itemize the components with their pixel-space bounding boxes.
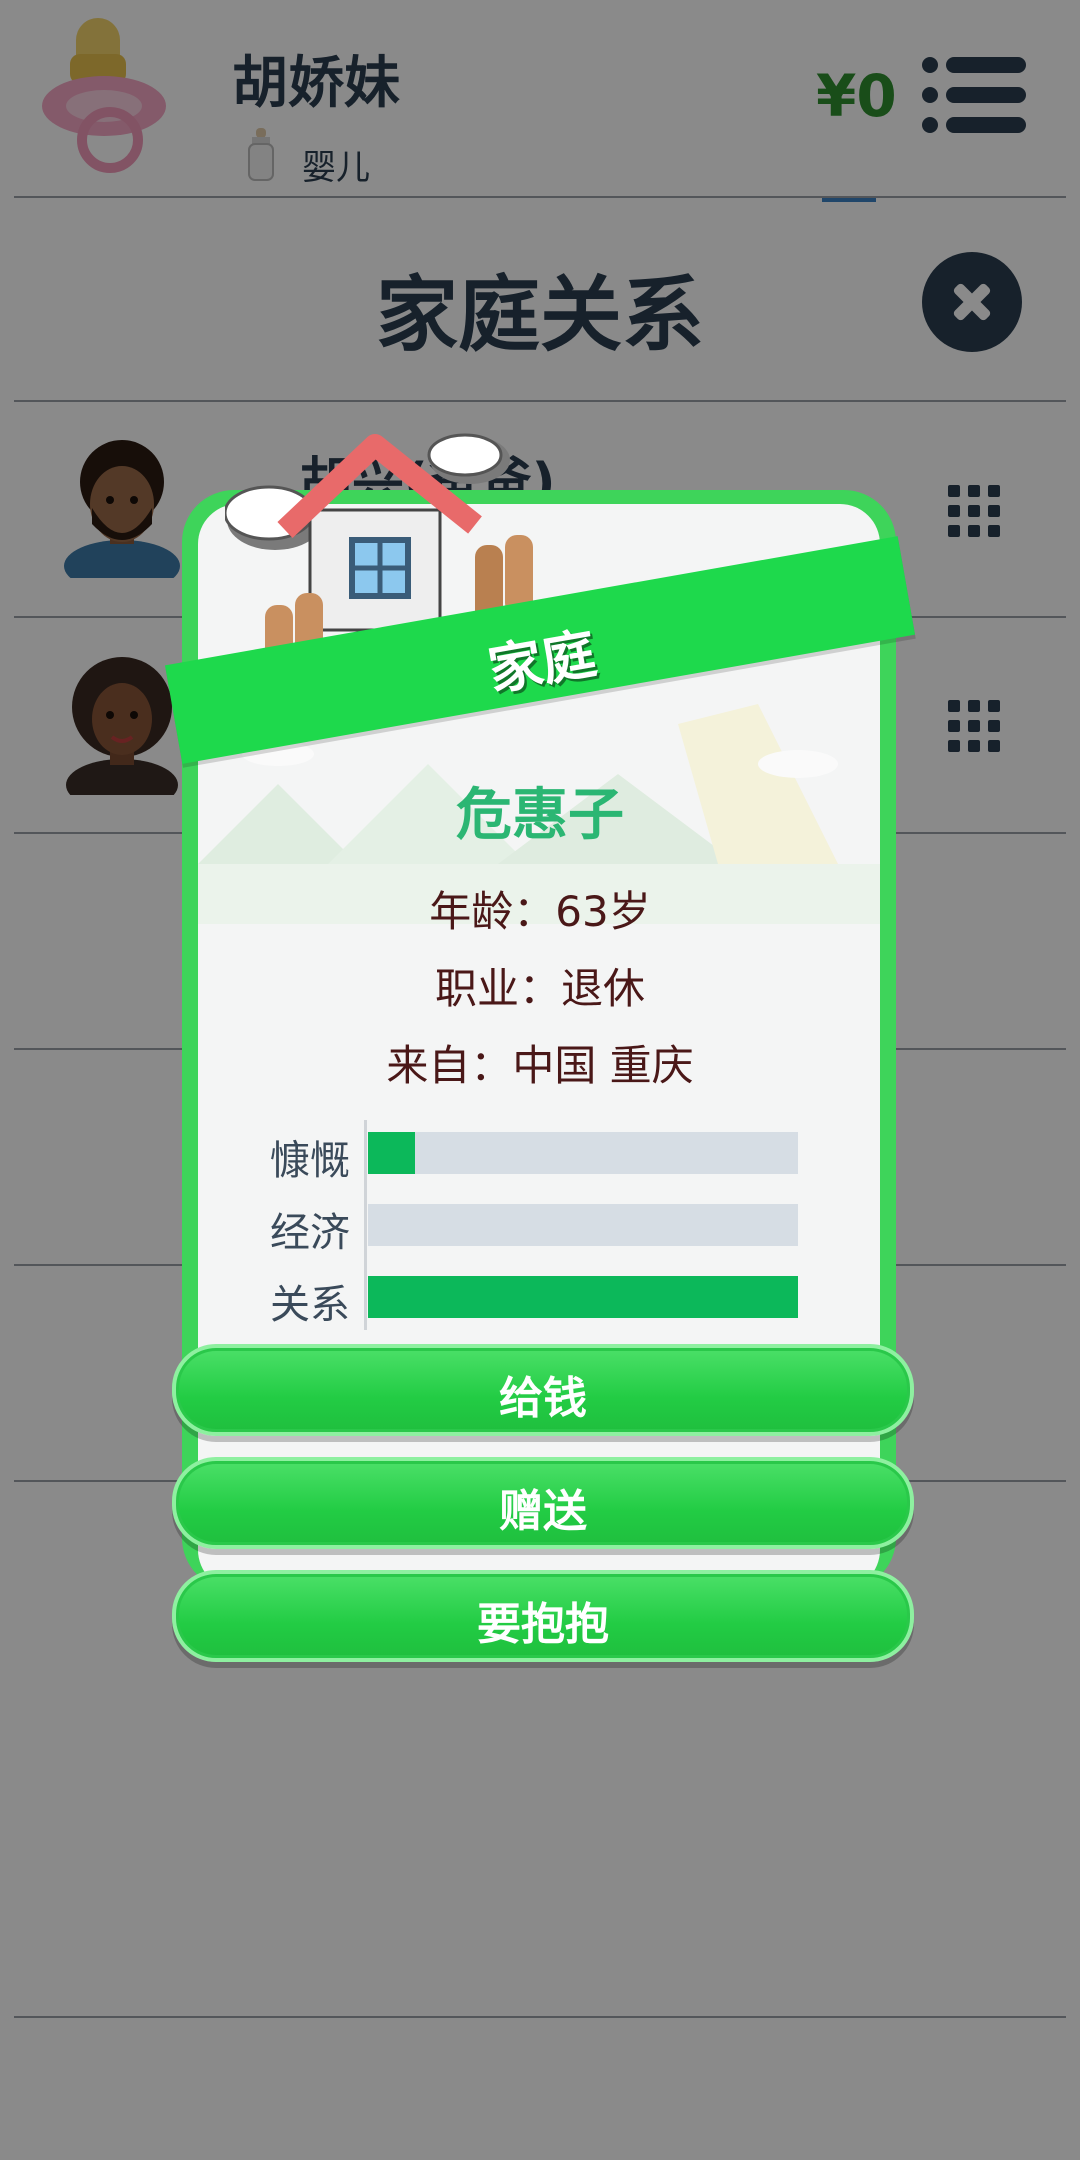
- wealth-bar: [368, 1204, 798, 1246]
- job-info: 职业：退休: [434, 964, 645, 1013]
- give-money-button[interactable]: 给钱: [172, 1344, 914, 1436]
- relationship-bar: [368, 1276, 798, 1318]
- age-info: 年龄：63岁: [429, 887, 651, 936]
- generosity-bar: [368, 1132, 798, 1174]
- generosity-bar-fill: [368, 1132, 416, 1174]
- gift-label: 赠送: [499, 1486, 587, 1537]
- origin-info: 来自：中国 重庆: [386, 1041, 694, 1090]
- stat-label-generosity: 慷慨: [270, 1138, 350, 1184]
- hug-button[interactable]: 要抱抱: [172, 1570, 914, 1662]
- stat-label-relationship: 关系: [270, 1282, 350, 1328]
- gift-button[interactable]: 赠送: [172, 1457, 914, 1549]
- relationship-bar-fill: [368, 1276, 798, 1318]
- hug-label: 要抱抱: [477, 1599, 609, 1650]
- stat-label-wealth: 经济: [270, 1210, 350, 1256]
- give-money-label: 给钱: [499, 1373, 587, 1424]
- relative-name-title: 危惠子: [456, 783, 624, 848]
